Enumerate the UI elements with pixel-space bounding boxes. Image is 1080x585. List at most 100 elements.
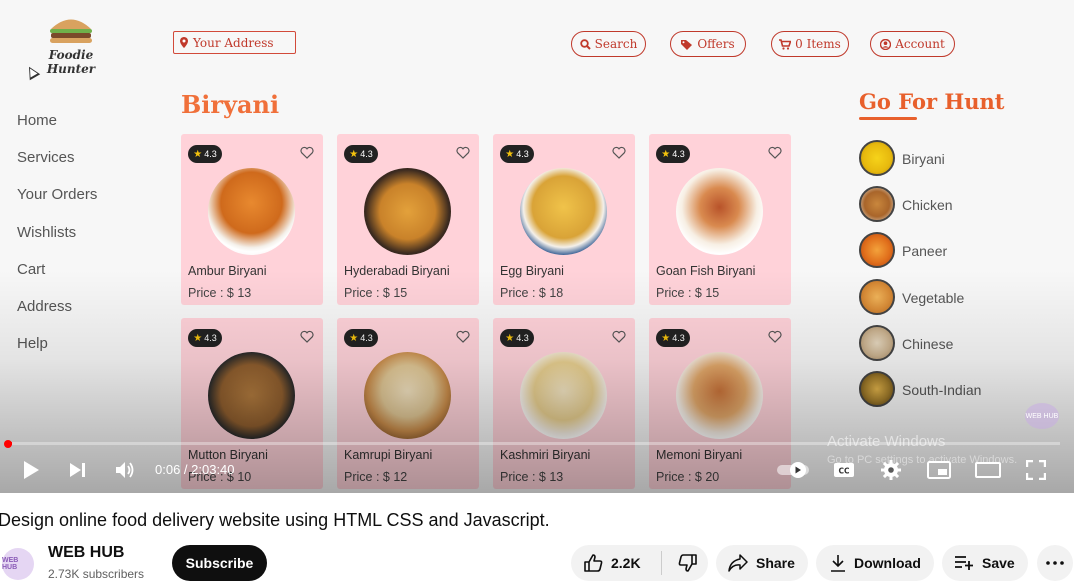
more-actions-button[interactable]: [1037, 545, 1073, 581]
download-icon: [831, 555, 845, 572]
sidebar-item-services[interactable]: Services: [17, 149, 97, 186]
search-icon: [579, 38, 591, 50]
food-card[interactable]: ★ 4.3 Memoni Biryani Price : $ 20: [649, 318, 791, 489]
category-thumbnail: [859, 324, 895, 361]
channel-name[interactable]: WEB HUB: [48, 544, 124, 562]
channel-avatar[interactable]: WEB HUB: [2, 548, 34, 580]
category-thumbnail: [859, 140, 895, 176]
dislike-button[interactable]: [678, 553, 698, 573]
thumbs-up-icon: [584, 554, 603, 572]
share-icon: [728, 554, 748, 572]
site-logo-text: Foodie Hunter: [46, 48, 96, 76]
save-label: Save: [982, 555, 1015, 571]
captions-button[interactable]: CC: [831, 455, 857, 485]
like-dislike-group: 2.2K: [571, 545, 708, 581]
star-icon: ★: [505, 332, 515, 344]
food-price: Price : $ 13: [188, 286, 252, 300]
volume-icon: [116, 462, 134, 478]
fullscreen-icon: [1026, 460, 1046, 480]
site-logo[interactable]: Foodie Hunter: [28, 16, 114, 76]
heart-icon[interactable]: [300, 330, 314, 344]
food-price: Price : $ 15: [344, 286, 408, 300]
sidebar-item-cart[interactable]: Cart: [17, 261, 97, 298]
captions-icon: CC: [834, 463, 854, 477]
subscriber-count: 2.73K subscribers: [48, 567, 145, 581]
food-image: [208, 352, 295, 439]
category-thumbnail: [859, 278, 895, 315]
heart-icon[interactable]: [768, 330, 782, 344]
sidebar-item-home[interactable]: Home: [17, 112, 97, 149]
star-icon: ★: [349, 332, 359, 344]
like-divider: [660, 551, 662, 575]
star-icon: ★: [661, 332, 671, 344]
food-card[interactable]: ★ 4.3 Hyderabadi Biryani Price : $ 15: [337, 134, 479, 305]
video-title: Design online food delivery website usin…: [0, 510, 550, 530]
cart-button[interactable]: 0 Items: [771, 31, 849, 57]
food-price: Price : $ 15: [656, 286, 720, 300]
food-card[interactable]: ★ 4.3 Kashmiri Biryani Price : $ 13: [493, 318, 635, 489]
rating-badge: ★ 4.3: [500, 329, 534, 347]
time-display: 0:06 / 2:03:40: [155, 462, 235, 477]
star-icon: ★: [505, 148, 515, 160]
food-image: [676, 168, 763, 255]
play-button[interactable]: [18, 455, 44, 485]
sidebar-item-help[interactable]: Help: [17, 335, 97, 372]
address-placeholder: Your Address: [193, 35, 274, 50]
address-input[interactable]: Your Address: [173, 31, 296, 54]
rating-badge: ★ 4.3: [188, 145, 222, 163]
svg-text:CC: CC: [838, 467, 850, 476]
heart-icon[interactable]: [456, 146, 470, 160]
hunt-item-label: Paneer: [902, 243, 948, 260]
rating-badge: ★ 4.3: [344, 329, 378, 347]
progress-scrubber[interactable]: [4, 440, 12, 448]
miniplayer-button[interactable]: [926, 455, 952, 485]
save-button[interactable]: Save: [942, 545, 1028, 581]
search-button[interactable]: Search: [571, 31, 646, 57]
sidebar-item-your-orders[interactable]: Your Orders: [17, 186, 97, 223]
share-button[interactable]: Share: [716, 545, 808, 581]
sidebar-item-address[interactable]: Address: [17, 298, 97, 335]
category-thumbnail: [859, 232, 895, 269]
cart-button-label: 0 Items: [795, 37, 841, 51]
miniplayer-icon: [927, 461, 951, 479]
progress-bar[interactable]: [8, 442, 1060, 445]
autoplay-toggle[interactable]: [776, 455, 812, 485]
theater-mode-button[interactable]: [974, 455, 1002, 485]
download-button[interactable]: Download: [816, 545, 934, 581]
rating-badge: ★ 4.3: [188, 329, 222, 347]
food-card[interactable]: ★ 4.3 Kamrupi Biryani Price : $ 12: [337, 318, 479, 489]
food-image: [676, 352, 763, 439]
rating-badge: ★ 4.3: [500, 145, 534, 163]
food-image: [364, 168, 451, 255]
rating-value: 4.3: [516, 333, 529, 343]
food-price: Price : $ 18: [500, 286, 564, 300]
volume-button[interactable]: [112, 455, 138, 485]
sidebar-item-wishlists[interactable]: Wishlists: [17, 224, 97, 261]
food-card[interactable]: ★ 4.3 Ambur Biryani Price : $ 13: [181, 134, 323, 305]
gear-icon: [881, 460, 901, 480]
account-button[interactable]: Account: [870, 31, 955, 57]
heart-icon[interactable]: [612, 146, 626, 160]
settings-button[interactable]: [878, 455, 904, 485]
heart-icon[interactable]: [612, 330, 626, 344]
fullscreen-button[interactable]: [1023, 455, 1049, 485]
subscribe-button[interactable]: Subscribe: [172, 545, 267, 581]
play-icon: [24, 461, 39, 479]
video-player[interactable]: Foodie Hunter Your Address Search Offers…: [0, 0, 1074, 493]
next-button[interactable]: [65, 455, 91, 485]
burger-logo-icon: [50, 19, 92, 43]
rating-value: 4.3: [516, 149, 529, 159]
channel-watermark[interactable]: WEB HUB: [1025, 403, 1059, 429]
offers-button[interactable]: Offers: [670, 31, 746, 57]
heart-icon[interactable]: [456, 330, 470, 344]
like-button[interactable]: 2.2K: [583, 553, 641, 573]
food-card[interactable]: ★ 4.3 Goan Fish Biryani Price : $ 15: [649, 134, 791, 305]
rating-value: 4.3: [204, 149, 217, 159]
rating-value: 4.3: [672, 149, 685, 159]
food-name: Mutton Biryani: [188, 448, 268, 462]
heart-icon[interactable]: [300, 146, 314, 160]
rating-value: 4.3: [360, 333, 373, 343]
food-card[interactable]: ★ 4.3 Egg Biryani Price : $ 18: [493, 134, 635, 305]
food-image: [208, 168, 295, 255]
heart-icon[interactable]: [768, 146, 782, 160]
